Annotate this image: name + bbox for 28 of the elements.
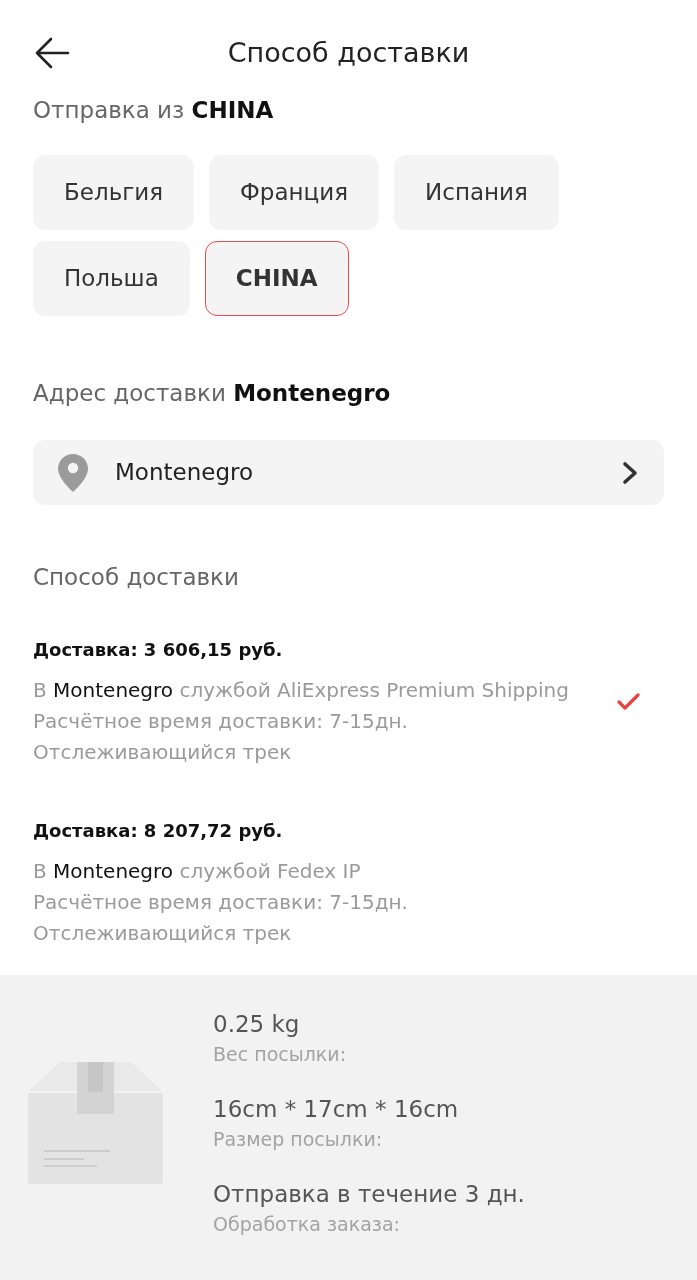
package-detail-value: 16cm * 17cm * 16cm <box>213 1094 460 1124</box>
tracking-note: Отслеживающийся трек <box>33 739 293 766</box>
location-pin-icon <box>58 453 88 492</box>
country-option-button[interactable]: Польша <box>33 241 190 316</box>
cardboard-box-icon <box>28 1061 163 1184</box>
country-option-button[interactable]: Франция <box>209 155 380 230</box>
package-detail-label: Вес посылки: <box>213 1041 348 1067</box>
address-selector[interactable]: Montenegro <box>33 440 664 505</box>
shipping-route: В Montenegro службой Fedex IP <box>33 858 362 885</box>
shipping-route: В Montenegro службой AliExpress Premium Shipping <box>33 677 570 704</box>
delivery-estimate: Расчётное время доставки: 7-15дн. <box>33 708 409 735</box>
tracking-note: Отслеживающийся трек <box>33 920 293 947</box>
country-option-button[interactable]: Испания <box>394 155 559 230</box>
chevron-right-icon <box>622 460 638 485</box>
package-detail-value: 0.25 kg <box>213 1009 301 1039</box>
delivery-estimate: Расчётное время доставки: 7-15дн. <box>33 889 409 916</box>
delivery-address-label: Адрес доставки Montenegro <box>33 379 392 408</box>
page-title: Способ доставки <box>227 36 470 70</box>
package-detail-label: Размер посылки: <box>213 1126 384 1152</box>
country-option-button[interactable]: Бельгия <box>33 155 195 230</box>
package-detail-value: Отправка в течение 3 дн. <box>213 1179 525 1209</box>
ship-from-label: Отправка из CHINA <box>33 96 275 125</box>
shipping-price: Доставка: 8 207,72 руб. <box>33 819 284 843</box>
country-option-button[interactable]: CHINA <box>204 241 349 316</box>
shipping-price: Доставка: 3 606,15 руб. <box>33 638 284 662</box>
back-arrow-icon <box>34 37 70 69</box>
package-detail-label: Обработка заказа: <box>213 1211 401 1237</box>
shipping-method-heading: Способ доставки <box>33 563 240 592</box>
